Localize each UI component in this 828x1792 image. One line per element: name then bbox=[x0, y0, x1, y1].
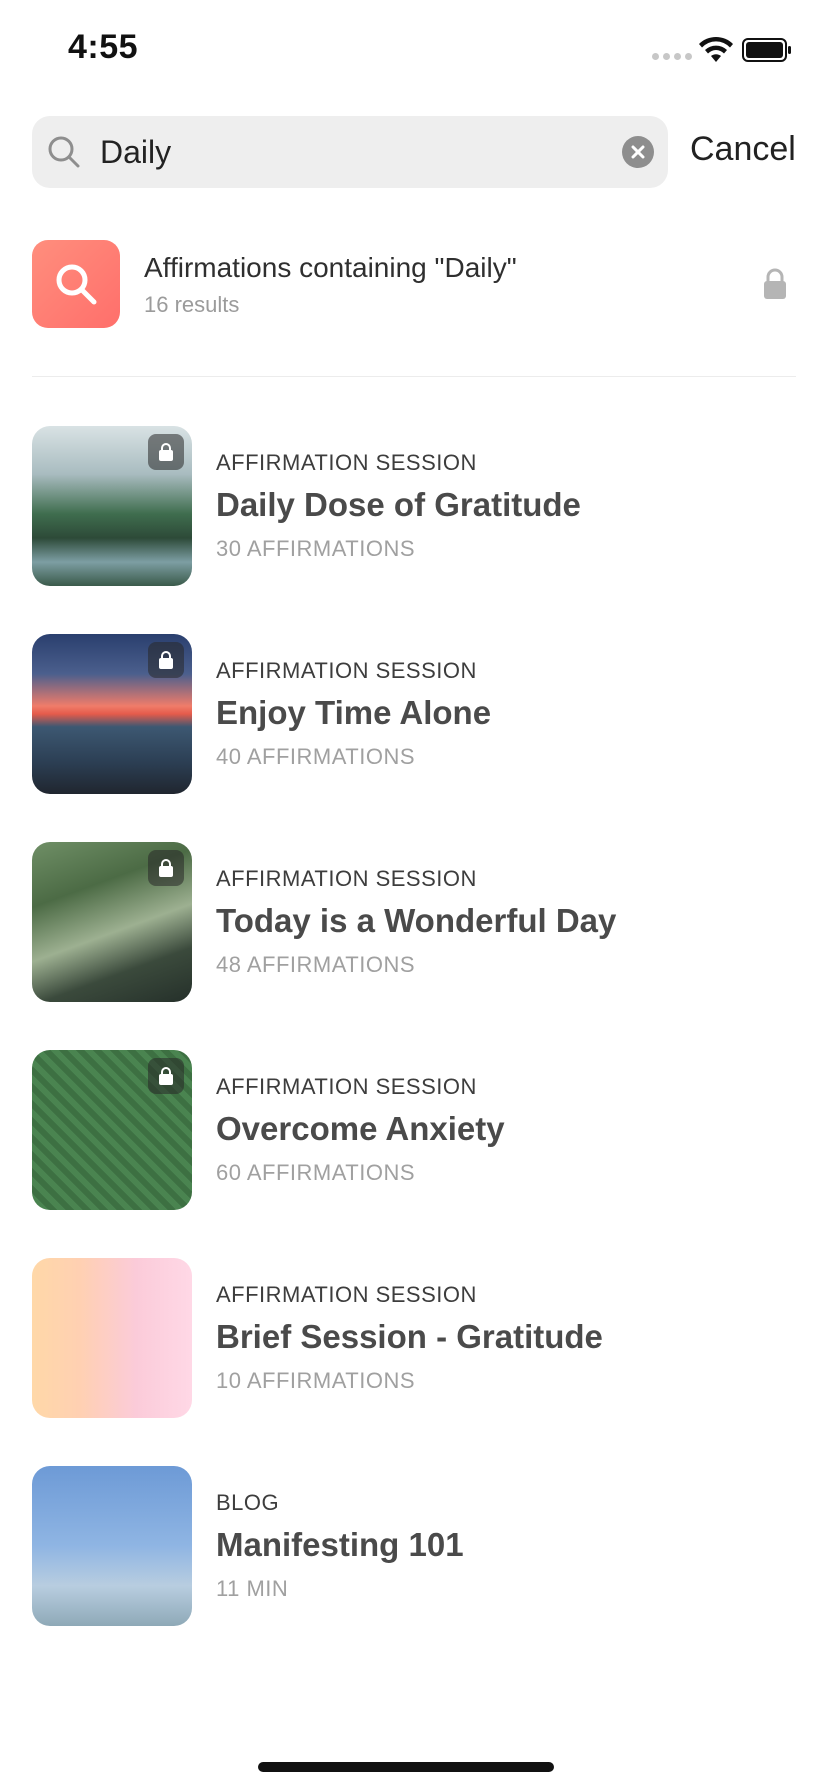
result-item[interactable]: AFFIRMATION SESSION Daily Dose of Gratit… bbox=[32, 426, 796, 586]
result-type: BLOG bbox=[216, 1490, 280, 1515]
result-type: AFFIRMATION SESSION bbox=[216, 1282, 477, 1307]
result-title: Overcome Anxiety bbox=[216, 1110, 505, 1147]
divider bbox=[32, 376, 796, 377]
lock-icon bbox=[148, 850, 184, 886]
search-input[interactable] bbox=[100, 134, 580, 171]
search-bar[interactable] bbox=[32, 116, 668, 188]
result-item[interactable]: BLOG Manifesting 101 11 MIN bbox=[32, 1466, 796, 1626]
result-meta: 40 AFFIRMATIONS bbox=[216, 744, 416, 769]
affirmations-containing-title: Affirmations containing "Daily" bbox=[144, 252, 517, 283]
result-thumbnail bbox=[32, 426, 192, 586]
cancel-button[interactable]: Cancel bbox=[690, 130, 796, 169]
status-bar: 4:55 bbox=[0, 0, 828, 100]
affirmations-containing-result[interactable]: Affirmations containing "Daily" 16 resul… bbox=[32, 240, 796, 328]
lock-icon bbox=[148, 642, 184, 678]
result-item[interactable]: AFFIRMATION SESSION Brief Session - Grat… bbox=[32, 1258, 796, 1418]
result-thumbnail bbox=[32, 1258, 192, 1418]
result-item[interactable]: AFFIRMATION SESSION Today is a Wonderful… bbox=[32, 842, 796, 1002]
wifi-icon bbox=[699, 36, 733, 62]
result-meta: 30 AFFIRMATIONS bbox=[216, 536, 416, 561]
result-type: AFFIRMATION SESSION bbox=[216, 1074, 477, 1099]
search-screen: 4:55 Cancel bbox=[0, 0, 828, 1792]
status-time: 4:55 bbox=[68, 28, 139, 66]
result-type: AFFIRMATION SESSION bbox=[216, 866, 477, 891]
affirmations-result-count: 16 results bbox=[144, 292, 240, 317]
clear-search-icon[interactable] bbox=[622, 136, 654, 168]
lock-icon bbox=[764, 268, 786, 299]
result-thumbnail bbox=[32, 1466, 192, 1626]
result-item[interactable]: AFFIRMATION SESSION Enjoy Time Alone 40 … bbox=[32, 634, 796, 794]
result-title: Today is a Wonderful Day bbox=[216, 902, 617, 939]
battery-icon bbox=[742, 38, 791, 62]
search-icon bbox=[48, 136, 80, 168]
result-thumbnail bbox=[32, 842, 192, 1002]
result-title: Enjoy Time Alone bbox=[216, 694, 492, 731]
search-icon bbox=[32, 240, 120, 328]
result-meta: 48 AFFIRMATIONS bbox=[216, 952, 416, 977]
result-title: Daily Dose of Gratitude bbox=[216, 486, 581, 523]
home-indicator[interactable] bbox=[258, 1762, 554, 1772]
lock-icon bbox=[148, 1058, 184, 1094]
result-item[interactable]: AFFIRMATION SESSION Overcome Anxiety 60 … bbox=[32, 1050, 796, 1210]
result-type: AFFIRMATION SESSION bbox=[216, 450, 477, 475]
result-thumbnail bbox=[32, 634, 192, 794]
result-type: AFFIRMATION SESSION bbox=[216, 658, 477, 683]
result-meta: 10 AFFIRMATIONS bbox=[216, 1368, 416, 1393]
result-thumbnail bbox=[32, 1050, 192, 1210]
result-title: Brief Session - Gratitude bbox=[216, 1318, 603, 1355]
cellular-signal-icon bbox=[652, 53, 692, 60]
result-title: Manifesting 101 bbox=[216, 1526, 464, 1563]
result-meta: 60 AFFIRMATIONS bbox=[216, 1160, 416, 1185]
lock-icon bbox=[148, 434, 184, 470]
result-meta: 11 MIN bbox=[216, 1576, 289, 1601]
